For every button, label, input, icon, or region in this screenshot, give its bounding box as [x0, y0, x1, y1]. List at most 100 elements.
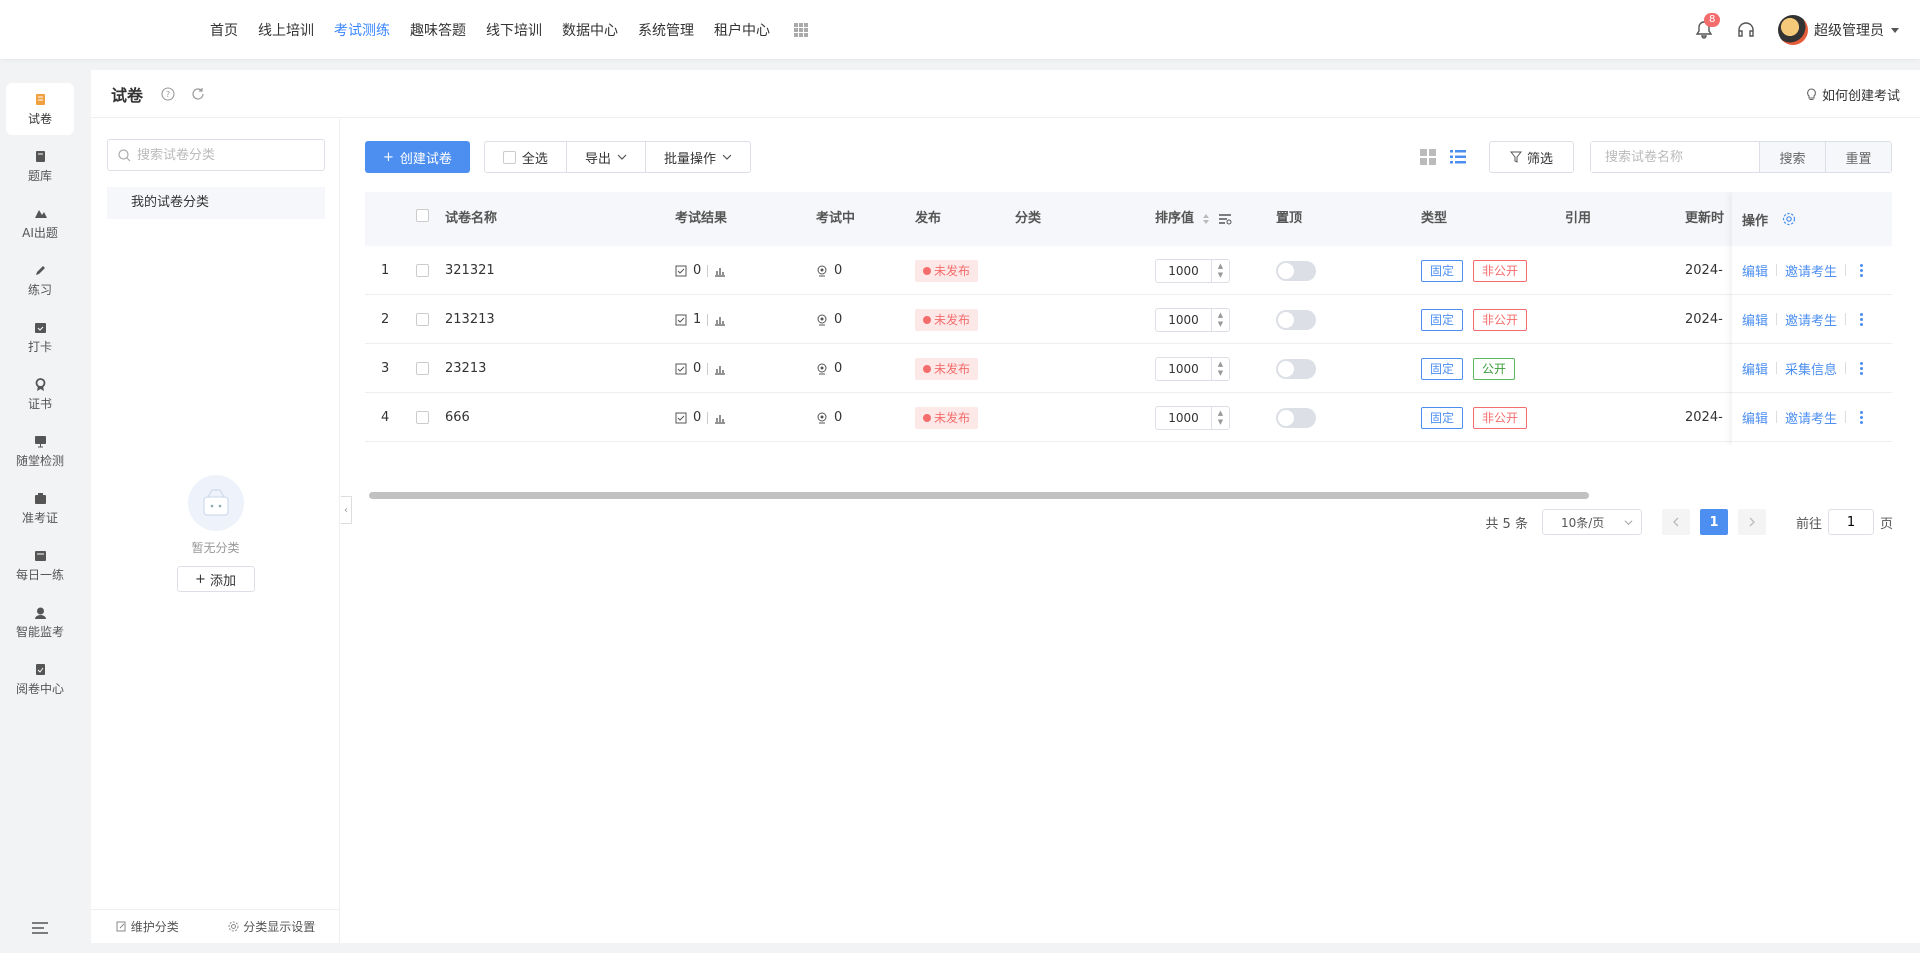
notification-bell[interactable]: 8 [1694, 12, 1721, 40]
table-row[interactable]: 5 测试考试试卷 2 0 未发布 44▲▼ 固定非公开 2024- [365, 442, 1892, 446]
status-badge: 未发布 [915, 357, 979, 380]
category-display-settings-button[interactable]: 分类显示设置 [228, 918, 315, 935]
pin-toggle[interactable] [1276, 260, 1316, 281]
row-name[interactable]: 测试考试试卷 [445, 442, 523, 446]
search-button[interactable]: 搜索 [1759, 142, 1825, 172]
stepper-arrows[interactable]: ▲ ▼ [1211, 406, 1229, 429]
sidebar-item-3[interactable]: 练习 [6, 254, 74, 306]
table-row[interactable]: 4 666 0 0 未发布 1000 ▲ ▼ 固定 非公开 2024- [365, 393, 1892, 442]
prev-page-button[interactable] [1661, 509, 1690, 535]
stats-icon[interactable] [714, 314, 726, 326]
edit-button[interactable]: 编辑 [1742, 408, 1768, 427]
nav-item-3[interactable]: 趣味答题 [410, 20, 466, 40]
nav-item-7[interactable]: 租户中心 [714, 20, 770, 40]
column-settings-icon[interactable] [1782, 212, 1796, 226]
sidebar-item-4[interactable]: 打卡 [6, 311, 74, 363]
nav-item-0[interactable]: 首页 [210, 20, 238, 40]
stats-icon[interactable] [714, 265, 726, 277]
headset-icon[interactable] [1736, 20, 1756, 40]
sidebar-item-2[interactable]: AI出题 [6, 197, 74, 249]
nav-item-6[interactable]: 系统管理 [638, 20, 694, 40]
grid-view-icon[interactable] [1419, 148, 1437, 166]
stepper-arrows[interactable]: ▲ ▼ [1211, 357, 1229, 380]
help-icon[interactable]: ? [161, 86, 175, 101]
stepper-arrows[interactable]: ▲ ▼ [1211, 259, 1229, 282]
row-name[interactable]: 321321 [445, 246, 495, 295]
row-checkbox[interactable] [416, 344, 429, 393]
row-checkbox[interactable] [416, 246, 429, 295]
table-header: 试卷名称 考试结果 考试中 发布 分类 排序值 置顶 类型 引用 更新时 [365, 192, 1892, 246]
row-action-button[interactable]: 邀请考生 [1785, 261, 1837, 280]
nav-item-2[interactable]: 考试测练 [334, 20, 390, 40]
list-view-icon[interactable] [1449, 148, 1467, 166]
sidebar-item-10[interactable]: 阅卷中心 [6, 653, 74, 705]
pin-toggle[interactable] [1276, 309, 1316, 330]
sidebar-item-5[interactable]: 证书 [6, 368, 74, 420]
sort-stepper[interactable]: 1000 ▲ ▼ [1155, 356, 1230, 381]
pin-toggle[interactable] [1276, 358, 1316, 379]
row-checkbox[interactable] [416, 393, 429, 442]
reset-button[interactable]: 重置 [1825, 142, 1891, 172]
row-result: 0 [675, 344, 726, 393]
more-actions-icon[interactable] [1860, 361, 1864, 375]
stats-icon[interactable] [714, 363, 726, 375]
table-row[interactable]: 1 321321 0 0 未发布 1000 ▲ ▼ 固定 非公开 2024- [365, 246, 1892, 295]
create-paper-button[interactable]: + 创建试卷 [365, 141, 470, 173]
row-action-button[interactable]: 邀请考生 [1785, 408, 1837, 427]
menu-toggle-icon[interactable] [31, 921, 49, 935]
row-name[interactable]: 23213 [445, 344, 486, 393]
stats-icon[interactable] [714, 412, 726, 424]
nav-item-1[interactable]: 线上培训 [258, 20, 314, 40]
nav-item-5[interactable]: 数据中心 [562, 20, 618, 40]
horizontal-scrollbar[interactable] [369, 492, 1589, 499]
paper-search-input[interactable] [1591, 142, 1759, 172]
select-all-checkbox[interactable]: 全选 [485, 142, 567, 172]
row-checkbox[interactable] [416, 295, 429, 344]
edit-button[interactable]: 编辑 [1742, 261, 1768, 280]
page-size-select[interactable]: 10条/页 [1541, 509, 1642, 535]
sidebar-item-6[interactable]: 随堂检测 [6, 425, 74, 477]
export-dropdown[interactable]: 导出 [567, 142, 646, 172]
stepper-arrows[interactable]: ▲ ▼ [1211, 308, 1229, 331]
row-updated: 2024- [1685, 442, 1723, 446]
nav-item-4[interactable]: 线下培训 [486, 20, 542, 40]
sort-stepper[interactable]: 1000 ▲ ▼ [1155, 307, 1230, 332]
filter-button[interactable]: 筛选 [1488, 141, 1574, 173]
edit-button[interactable]: 编辑 [1742, 359, 1768, 378]
row-name[interactable]: 666 [445, 393, 470, 442]
row-action-button[interactable]: 采集信息 [1785, 359, 1837, 378]
table-row[interactable]: 3 23213 0 0 未发布 1000 ▲ ▼ 固定 公开 [365, 344, 1892, 393]
more-actions-icon[interactable] [1860, 312, 1864, 326]
monitor-icon [34, 435, 46, 447]
header-checkbox[interactable] [416, 192, 429, 246]
col-sort[interactable]: 排序值 [1155, 192, 1232, 246]
edit-button[interactable]: 编辑 [1742, 310, 1768, 329]
maintain-category-button[interactable]: 维护分类 [116, 918, 179, 935]
goto-page-input[interactable] [1827, 509, 1874, 535]
apps-grid-icon[interactable] [794, 22, 808, 37]
batch-dropdown[interactable]: 批量操作 [646, 142, 750, 172]
refresh-icon[interactable] [191, 87, 205, 101]
sidebar-item-9[interactable]: 智能监考 [6, 596, 74, 648]
collapse-pane-handle[interactable]: ‹ [341, 496, 352, 524]
more-actions-icon[interactable] [1860, 410, 1864, 424]
row-checkbox[interactable] [416, 442, 429, 446]
more-actions-icon[interactable] [1860, 263, 1864, 277]
table-row[interactable]: 2 213213 1 0 未发布 1000 ▲ ▼ 固定 非公开 2024- [365, 295, 1892, 344]
page-1-button[interactable]: 1 [1699, 509, 1728, 535]
sidebar-item-8[interactable]: 每日一练 [6, 539, 74, 591]
how-to-create-link[interactable]: 如何创建考试 [1805, 70, 1900, 118]
category-search-input[interactable] [137, 147, 307, 163]
next-page-button[interactable] [1737, 509, 1766, 535]
sort-stepper[interactable]: 1000 ▲ ▼ [1155, 405, 1230, 430]
sidebar-item-0[interactable]: 试卷 [6, 83, 74, 135]
pin-toggle[interactable] [1276, 407, 1316, 428]
sidebar-item-1[interactable]: 题库 [6, 140, 74, 192]
row-action-button[interactable]: 邀请考生 [1785, 310, 1837, 329]
row-name[interactable]: 213213 [445, 295, 495, 344]
sort-stepper[interactable]: 1000 ▲ ▼ [1155, 258, 1230, 283]
sidebar-item-7[interactable]: 准考证 [6, 482, 74, 534]
user-menu[interactable]: 超级管理员 [1778, 14, 1900, 45]
add-category-button[interactable]: + 添加 [176, 566, 255, 592]
category-root-item[interactable]: 我的试卷分类 [107, 187, 325, 219]
